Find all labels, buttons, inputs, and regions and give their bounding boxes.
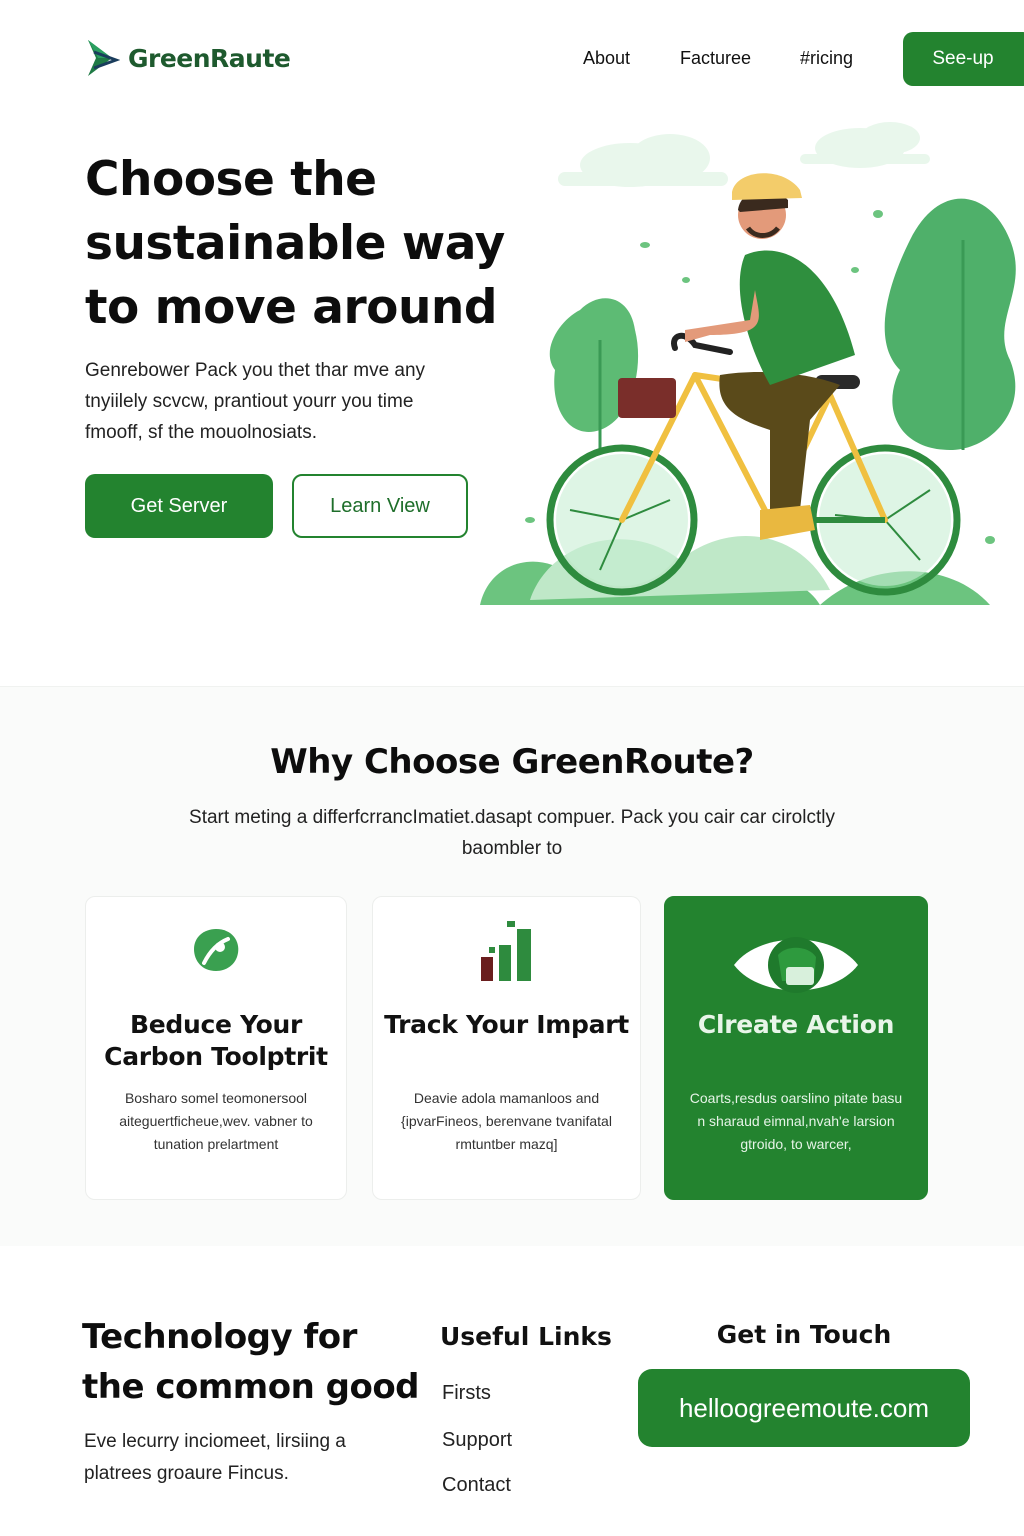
footer-link-support[interactable]: Support xyxy=(442,1429,512,1452)
feature-card-text: Deavie adola mamanloos and {ipvarFineos,… xyxy=(401,1090,612,1152)
learn-more-button[interactable]: Learn View xyxy=(292,474,468,538)
eye-icon xyxy=(734,937,858,993)
feature-card-track: Track Your Impart Deavie adola mamanloos… xyxy=(372,896,641,1200)
feature-card-text: Coarts,resdus oarslino pitate basu n sha… xyxy=(689,1090,903,1152)
feature-card-title: Beduce Your Carbon Toolptrit xyxy=(104,1010,328,1071)
feature-card-title: Track Your Impart xyxy=(384,1010,629,1039)
footer-title: Technology for the common good xyxy=(82,1317,420,1407)
leaf-icon xyxy=(194,929,239,971)
footer-link-firsts[interactable]: Firsts xyxy=(442,1382,491,1405)
nav-about-link[interactable]: About xyxy=(583,48,630,69)
contact-title: Get in Touch xyxy=(716,1320,892,1349)
brand-logo[interactable]: GreenRaute xyxy=(86,38,291,78)
email-button[interactable]: helloogreemoute.com xyxy=(638,1369,970,1447)
hero-subtitle: Genrebower Pack you thet thar mve any tn… xyxy=(85,360,426,443)
brand-name: GreenRaute xyxy=(128,43,291,73)
feature-card-action: Clreate Action Coarts,resdus oarslino pi… xyxy=(664,896,928,1200)
route-arrow-icon xyxy=(88,40,120,76)
feature-card-text: Bosharo somel teomonersool aiteguertfich… xyxy=(119,1090,313,1152)
feature-card-title: Clreate Action xyxy=(697,1010,895,1039)
bar-chart-icon xyxy=(480,921,531,981)
cyclist-illustration xyxy=(480,122,1016,605)
nav-pricing-link[interactable]: #ricing xyxy=(800,48,853,69)
footer-text: Eve lecurry inciomeet, lirsiing a platre… xyxy=(84,1431,346,1484)
useful-links-title: Useful Links xyxy=(440,1322,612,1351)
features-subtitle: Start meting a differfcrrancImatiet.dasa… xyxy=(189,807,835,859)
signup-button[interactable]: See-up xyxy=(903,32,1024,86)
features-title: Why Choose GreenRoute? xyxy=(270,742,754,782)
get-started-button[interactable]: Get Server xyxy=(85,474,273,538)
feature-card-reduce: Beduce Your Carbon Toolptrit Bosharo som… xyxy=(85,896,347,1200)
hero-title: Choose the sustainable way to move aroun… xyxy=(85,152,505,335)
footer-link-contact[interactable]: Contact xyxy=(442,1474,511,1497)
nav-features-link[interactable]: Facturee xyxy=(680,48,751,69)
